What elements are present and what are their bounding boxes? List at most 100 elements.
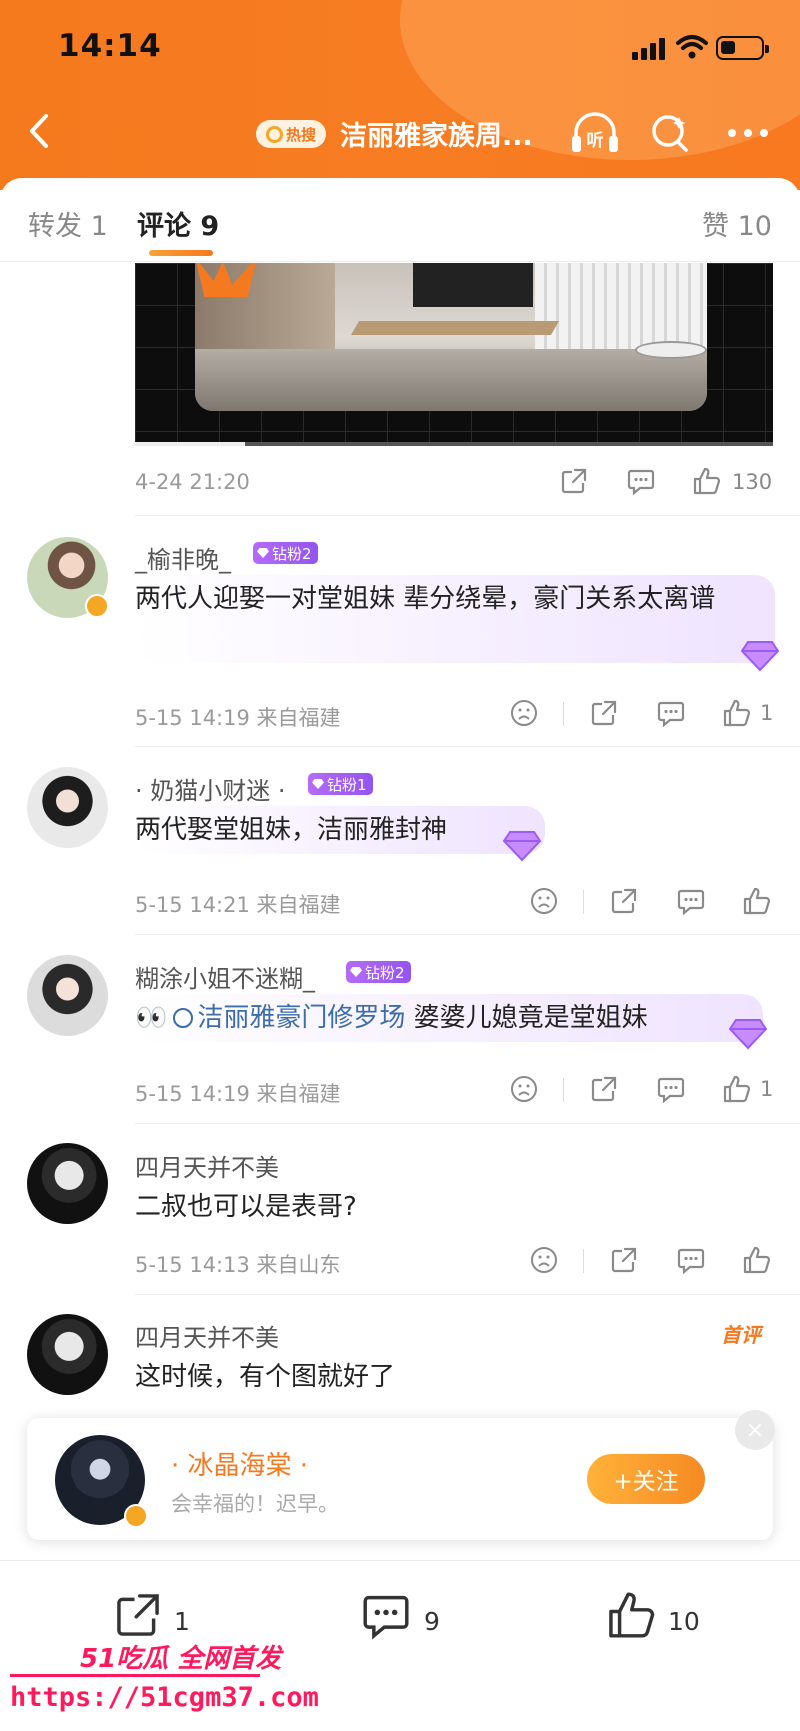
verified-badge-icon (85, 594, 109, 618)
share-icon[interactable] (609, 886, 639, 916)
diamond-icon (740, 641, 780, 672)
comment-meta: 5-15 14:19 来自福建 (135, 1082, 341, 1106)
diamond-icon (312, 779, 324, 789)
share-icon[interactable] (559, 466, 589, 496)
signal-icon (632, 38, 666, 60)
comment-author[interactable]: 糊涂小姐不迷糊_ (135, 959, 315, 994)
share-icon[interactable] (589, 1074, 619, 1104)
comment-meta: 5-15 14:13 来自山东 (135, 1253, 341, 1277)
comment-icon[interactable] (676, 886, 706, 916)
watermark-underline (10, 1674, 260, 1677)
comment-author[interactable]: · 奶猫小财迷 · (135, 771, 286, 806)
watermark-brand: 51吃瓜 全网首发 (80, 1644, 282, 1674)
comment-icon[interactable] (676, 1245, 706, 1275)
share-icon[interactable] (589, 698, 619, 728)
hot-search-badge[interactable]: 热搜 (256, 120, 326, 148)
comment-author[interactable]: 四月天并不美 (135, 1318, 279, 1353)
comment-icon[interactable] (656, 1074, 686, 1104)
sad-face-icon[interactable] (509, 698, 539, 728)
comment-icon[interactable] (656, 698, 686, 728)
fan-badge-label: 钻粉2 (272, 544, 312, 563)
first-comment-badge: 首评 (721, 1323, 761, 1347)
status-time: 14:14 (58, 28, 162, 64)
thumbs-up-icon (609, 1592, 655, 1638)
divider (135, 515, 800, 516)
share-icon (117, 1594, 159, 1636)
follow-button[interactable]: +关注 (587, 1454, 705, 1504)
nav-bar: 热搜 洁丽雅家族周... 听 (0, 90, 800, 180)
thumbs-up-icon[interactable] (741, 886, 771, 916)
avatar[interactable] (27, 767, 108, 848)
share-icon[interactable] (609, 1245, 639, 1275)
watermark-url: https://51cgm37.com (10, 1682, 319, 1713)
comment-like-count: 1 (760, 1077, 774, 1101)
repost-count: 1 (174, 1607, 190, 1636)
diamond-icon (728, 1019, 768, 1050)
hot-search-icon (265, 125, 283, 143)
tab-reposts[interactable]: 转发 1 (28, 204, 108, 243)
divider (135, 1123, 800, 1124)
battery-icon (716, 36, 769, 60)
comment-actions: 1 (505, 698, 775, 732)
search-icon[interactable] (646, 108, 696, 158)
thumbs-up-icon[interactable] (691, 466, 721, 496)
headphones-icon[interactable]: 听 (568, 108, 622, 158)
tab-comments[interactable]: 评论 9 (137, 204, 219, 243)
diamond-icon (257, 548, 269, 558)
comment-text: 二叔也可以是表哥? (135, 1192, 357, 1222)
comment-meta: 5-15 14:19 来自福建 (135, 706, 341, 730)
watermark: 51吃瓜 全网首发 https://51cgm37.com (10, 1638, 319, 1728)
video-progress-bar[interactable] (135, 442, 773, 446)
comment-button[interactable]: 9 (360, 1589, 460, 1649)
room-image (195, 263, 707, 411)
divider (135, 746, 800, 747)
comment-author[interactable]: 四月天并不美 (135, 1148, 279, 1183)
comment-actions (525, 886, 795, 920)
fan-badge-label: 钻粉1 (327, 775, 367, 794)
diamond-fan-badge: 钻粉2 (253, 542, 318, 564)
avatar[interactable] (27, 1314, 108, 1395)
listen-label: 听 (587, 130, 604, 151)
active-tab-indicator (149, 250, 213, 256)
avatar[interactable] (27, 955, 108, 1036)
hot-search-label: 热搜 (285, 125, 316, 144)
comment-text: 两代娶堂姐妹，洁丽雅封神 (135, 815, 448, 845)
comment-icon (363, 1595, 409, 1640)
tab-likes[interactable]: 赞 10 (702, 204, 772, 243)
thumbs-up-icon[interactable] (741, 1245, 771, 1275)
tab-bar: 转发 1 评论 9 赞 10 (0, 178, 800, 262)
thumbs-up-icon[interactable] (721, 698, 751, 728)
post-like-count: 130 (732, 470, 773, 494)
topic-link[interactable]: 洁丽雅豪门修罗场 (197, 1003, 405, 1033)
diamond-icon (502, 831, 542, 862)
like-button[interactable]: 10 (604, 1589, 714, 1649)
divider (135, 934, 800, 935)
back-icon[interactable] (16, 106, 66, 156)
avatar[interactable] (27, 1143, 108, 1224)
more-icon[interactable] (720, 108, 776, 158)
comment-like-count: 1 (760, 701, 774, 725)
comment-meta: 5-15 14:21 来自福建 (135, 893, 341, 917)
post-video-thumbnail[interactable] (135, 263, 773, 446)
header: 14:14 热搜 洁丽雅家族周... 听 (0, 0, 800, 190)
post-meta-row: 4-24 21:20 130 (135, 467, 773, 514)
topic-title[interactable]: 洁丽雅家族周... (340, 114, 550, 153)
diamond-icon (350, 967, 362, 977)
verified-badge-icon (124, 1504, 148, 1528)
diamond-fan-badge: 钻粉1 (308, 773, 373, 795)
sad-face-icon[interactable] (529, 886, 559, 916)
thumbs-up-icon[interactable] (721, 1074, 751, 1104)
like-count: 10 (668, 1607, 700, 1636)
comment-icon[interactable] (626, 466, 656, 496)
sad-face-icon[interactable] (509, 1074, 539, 1104)
comment-text: 这时候，有个图就好了 (135, 1362, 396, 1392)
post-date: 4-24 21:20 (135, 470, 250, 494)
close-icon[interactable]: × (735, 1410, 775, 1450)
search-icon (173, 1008, 194, 1028)
suggested-user-name[interactable]: · 冰晶海棠 · (171, 1445, 308, 1482)
comment-text: 👀 洁丽雅豪门修罗场 婆婆儿媳竟是堂姐妹 (135, 997, 765, 1039)
comment-text-rest: 婆婆儿媳竟是堂姐妹 (405, 1003, 648, 1033)
sad-face-icon[interactable] (529, 1245, 559, 1275)
comment-author[interactable]: _榆非晚_ (135, 540, 231, 575)
comment-actions: 1 (505, 1074, 775, 1108)
